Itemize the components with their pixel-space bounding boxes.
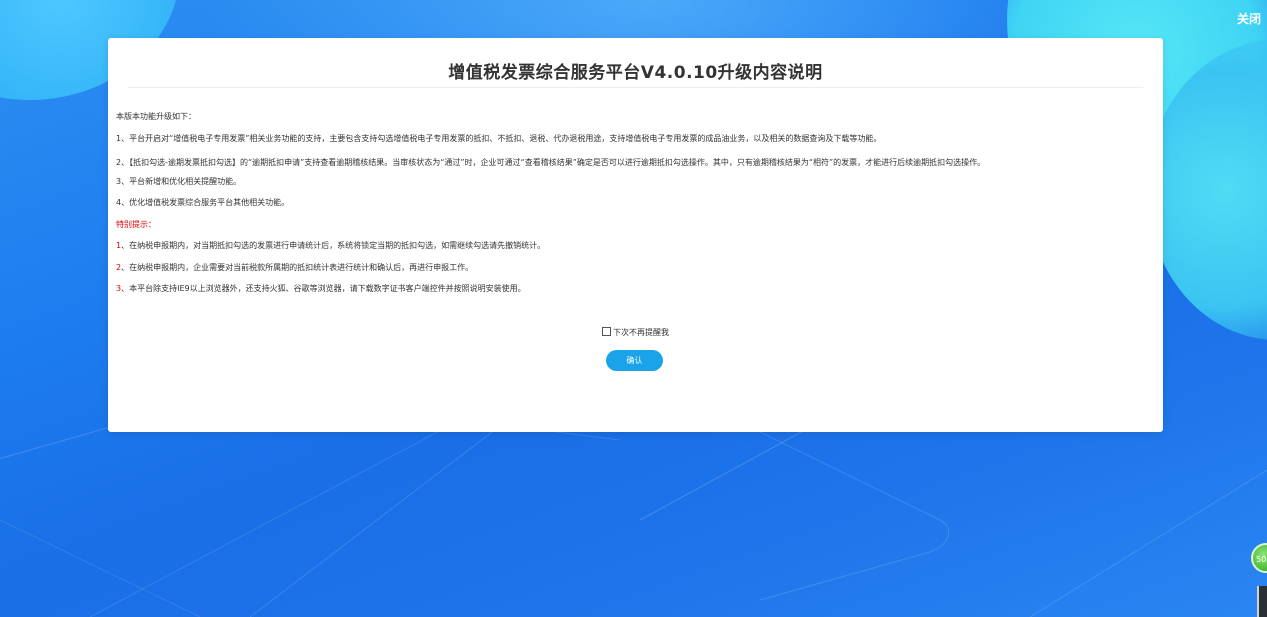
dont-remind-row: 下次不再提醒我: [108, 327, 1163, 338]
upgrade-item-4: 4、优化增值税发票综合服务平台其他相关功能。: [116, 198, 290, 207]
special-item-text: 、本平台除支持IE9以上浏览器外，还支持火狐、谷歌等浏览器，请下载数字证书客户端…: [121, 284, 526, 293]
dialog-title: 增值税发票综合服务平台V4.0.10升级内容说明: [448, 63, 823, 83]
special-item-1: 1、在纳税申报期内，对当期抵扣勾选的发票进行申请统计后，系统将锁定当期的抵扣勾选…: [116, 238, 1151, 260]
dont-remind-checkbox[interactable]: [602, 327, 611, 336]
dont-remind-label[interactable]: 下次不再提醒我: [613, 328, 669, 337]
confirm-button[interactable]: 确认: [606, 350, 663, 371]
intro-text: 本版本功能升级如下：: [116, 112, 196, 121]
dialog-content: 本版本功能升级如下： 1、平台开启对“增值税电子专用发票”相关业务功能的支持，主…: [116, 109, 1151, 303]
special-item-text: 、在纳税申报期内，企业需要对当前税款所属期的抵扣统计表进行统计和确认后，再进行申…: [121, 262, 474, 272]
special-item-3: 3、本平台除支持IE9以上浏览器外，还支持火狐、谷歌等浏览器，请下载数字证书客户…: [116, 281, 1151, 303]
special-item-2: 2、在纳税申报期内，企业需要对当前税款所属期的抵扣统计表进行统计和确认后，再进行…: [116, 260, 1151, 282]
upgrade-item-3: 3、平台新增和优化相关提醒功能。: [116, 176, 242, 186]
close-button[interactable]: 关闭: [1237, 10, 1261, 27]
upgrade-item-2: 2、【抵扣勾选-逾期发票抵扣勾选】的“逾期抵扣申请”支持查看逾期稽核结果。当审核…: [116, 158, 986, 167]
special-item-text: 、在纳税申报期内，对当期抵扣勾选的发票进行申请统计后，系统将锁定当期的抵扣勾选，…: [121, 241, 546, 250]
side-handle[interactable]: [1257, 586, 1267, 617]
upgrade-notice-dialog: 增值税发票综合服务平台V4.0.10升级内容说明 本版本功能升级如下： 1、平台…: [108, 38, 1163, 432]
special-notice-title: 特别提示：: [116, 219, 156, 229]
title-divider: [128, 87, 1143, 88]
upgrade-item-1: 1、平台开启对“增值税电子专用发票”相关业务功能的支持，主要包含支持勾选增值税电…: [116, 133, 882, 143]
